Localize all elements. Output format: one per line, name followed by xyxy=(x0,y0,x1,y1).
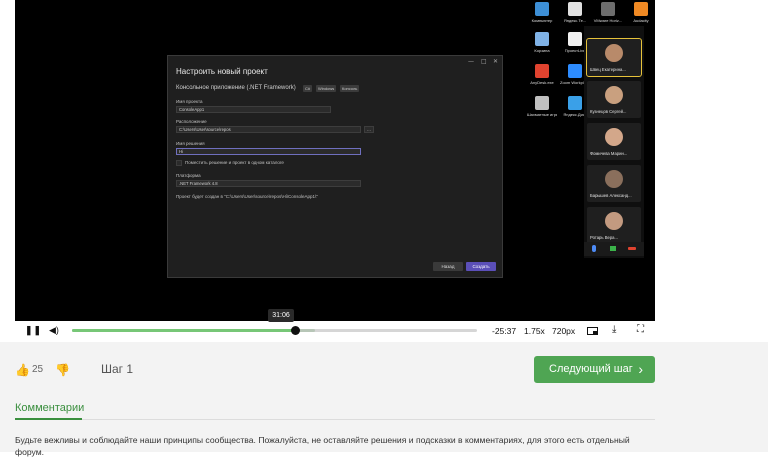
desktop-app-icon xyxy=(568,2,582,16)
participant-tile: Барышев Александ... xyxy=(587,165,641,202)
desktop-icon: VMware Horiz... xyxy=(593,2,623,23)
desktop-app-icon xyxy=(568,32,582,46)
desktop-icon-caption: VMware Horiz... xyxy=(593,18,623,23)
avatar xyxy=(605,44,623,62)
desktop-icon-caption: AnyDesk.exe xyxy=(530,80,554,85)
vs-new-project-dialog: — □ ✕ Настроить новый проект Консольное … xyxy=(167,55,503,278)
next-step-button[interactable]: Следующий шаг › xyxy=(534,356,655,383)
framework-label: Платформа xyxy=(176,173,201,178)
desktop-app-icon xyxy=(535,64,549,78)
participant-name: Фомичева Марин... xyxy=(590,151,628,156)
same-dir-checkbox-label: Поместить решение и проект в одном катал… xyxy=(185,160,284,165)
participant-name: Кузнецов Сергей... xyxy=(590,109,627,114)
dislike-icon[interactable]: 👎 xyxy=(55,363,70,377)
project-template-name: Консольное приложение (.NET Framework) xyxy=(176,85,296,91)
dialog-title: Настроить новый проект xyxy=(176,67,268,76)
download-icon[interactable]: ⤓ xyxy=(612,324,616,335)
participant-tile: Ротарь Вера... xyxy=(587,207,641,244)
maximize-icon: □ xyxy=(481,58,487,65)
participant-tile: Кузнецов Сергей... xyxy=(587,81,641,118)
project-name-label: Имя проекта xyxy=(176,99,203,104)
participants-panel: Швец Екатерина... Кузнецов Сергей... Фомич… xyxy=(584,26,644,258)
participant-name: Швец Екатерина... xyxy=(590,67,626,72)
participant-tile: Швец Екатерина... xyxy=(586,38,642,77)
location-input: C:\Users\User\source\repos xyxy=(176,126,361,133)
desktop-app-icon xyxy=(634,2,648,16)
minimize-icon: — xyxy=(468,58,474,65)
project-name-input: ConsoleApp1 xyxy=(176,106,331,113)
desktop-icon: Camtasia 9 xyxy=(652,2,655,23)
create-button: Создать xyxy=(466,262,496,271)
tag-language: C# xyxy=(303,85,313,92)
tab-comments[interactable]: Комментарии xyxy=(15,402,84,414)
solution-name-label: Имя решения xyxy=(176,141,205,146)
desktop-icon: Яндекс.Те... xyxy=(560,2,590,23)
like-icon[interactable]: 👍 xyxy=(15,363,30,377)
participant-name: Ротарь Вера... xyxy=(590,235,618,240)
step-panel: 👍 25 👎 Шаг 1 Следующий шаг › Комментарии… xyxy=(15,342,655,457)
avatar xyxy=(605,212,623,230)
desktop-icon: Корзина xyxy=(527,32,557,53)
chevron-right-icon: › xyxy=(638,361,643,377)
desktop-app-icon xyxy=(535,32,549,46)
desktop-icon-caption: Яндекс.Те... xyxy=(563,18,587,23)
avatar xyxy=(605,86,623,104)
tag-platform: Windows xyxy=(316,85,337,92)
location-label: Расположение xyxy=(176,119,207,124)
desktop-icon: Audacity xyxy=(626,2,655,23)
desktop-icon-caption: Корзина xyxy=(534,48,550,53)
close-icon: ✕ xyxy=(493,58,499,65)
desktop-icon-caption: Шахматные игры-уроки... xyxy=(527,112,557,117)
comments-notice: Будьте вежливы и соблюдайте наши принцип… xyxy=(15,435,630,457)
progress-thumb[interactable] xyxy=(291,326,301,335)
participant-name: Барышев Александ... xyxy=(590,193,632,198)
video-player[interactable]: — □ ✕ Настроить новый проект Консольное … xyxy=(15,0,655,342)
tag-type: Консоль xyxy=(340,85,360,92)
tabs-divider xyxy=(15,419,655,420)
avatar xyxy=(605,128,623,146)
desktop-app-icon xyxy=(601,2,615,16)
desktop-icon: Шахматные игры-уроки... xyxy=(527,96,557,117)
remaining-time: -25:37 xyxy=(492,326,517,336)
progress-bar[interactable] xyxy=(72,326,477,335)
microphone-icon xyxy=(592,245,596,252)
time-tooltip: 31:06 xyxy=(268,309,294,322)
pause-icon[interactable]: ❚❚ xyxy=(25,325,42,336)
desktop-icon: Компьютер xyxy=(527,2,557,23)
leave-icon xyxy=(628,247,636,250)
desktop-icon-caption: Audacity xyxy=(633,18,649,23)
player-controls: ❚❚ ◀) -25:37 1.75x 720px ⤓ ⛶ xyxy=(15,321,655,342)
meeting-toolbar xyxy=(584,242,644,256)
desktop-app-icon xyxy=(535,96,549,110)
volume-icon[interactable]: ◀) xyxy=(49,325,59,336)
desktop-icon-caption: Camtasia 9 xyxy=(652,18,655,23)
solution-name-input: Hi xyxy=(176,148,361,155)
step-label: Шаг 1 xyxy=(101,362,134,376)
share-screen-icon xyxy=(610,246,616,251)
avatar xyxy=(605,170,623,188)
video-frame[interactable]: — □ ✕ Настроить новый проект Консольное … xyxy=(15,0,655,321)
desktop-app-icon xyxy=(535,2,549,16)
same-dir-checkbox xyxy=(176,160,182,166)
browse-icon: … xyxy=(364,126,374,133)
desktop-app-icon xyxy=(568,64,582,78)
picture-in-picture-icon[interactable] xyxy=(587,327,598,335)
tab-comments-underline xyxy=(15,418,82,420)
progress-played xyxy=(72,329,296,332)
back-button: Назад xyxy=(433,262,463,271)
fullscreen-icon[interactable]: ⛶ xyxy=(637,324,644,335)
participant-tile: Фомичева Марин... xyxy=(587,123,641,160)
speed-selector[interactable]: 1.75x xyxy=(524,326,545,336)
like-count: 25 xyxy=(32,364,44,375)
desktop-app-icon xyxy=(568,96,582,110)
desktop-icon-caption: Компьютер xyxy=(531,18,553,23)
project-path-note: Проект будет создан в "C:\Users\User\sou… xyxy=(176,194,318,199)
framework-select: .NET Framework 4.8 xyxy=(176,180,361,187)
quality-selector[interactable]: 720px xyxy=(552,326,575,336)
desktop-icon: AnyDesk.exe xyxy=(527,64,557,85)
next-step-label: Следующий шаг xyxy=(549,363,633,375)
